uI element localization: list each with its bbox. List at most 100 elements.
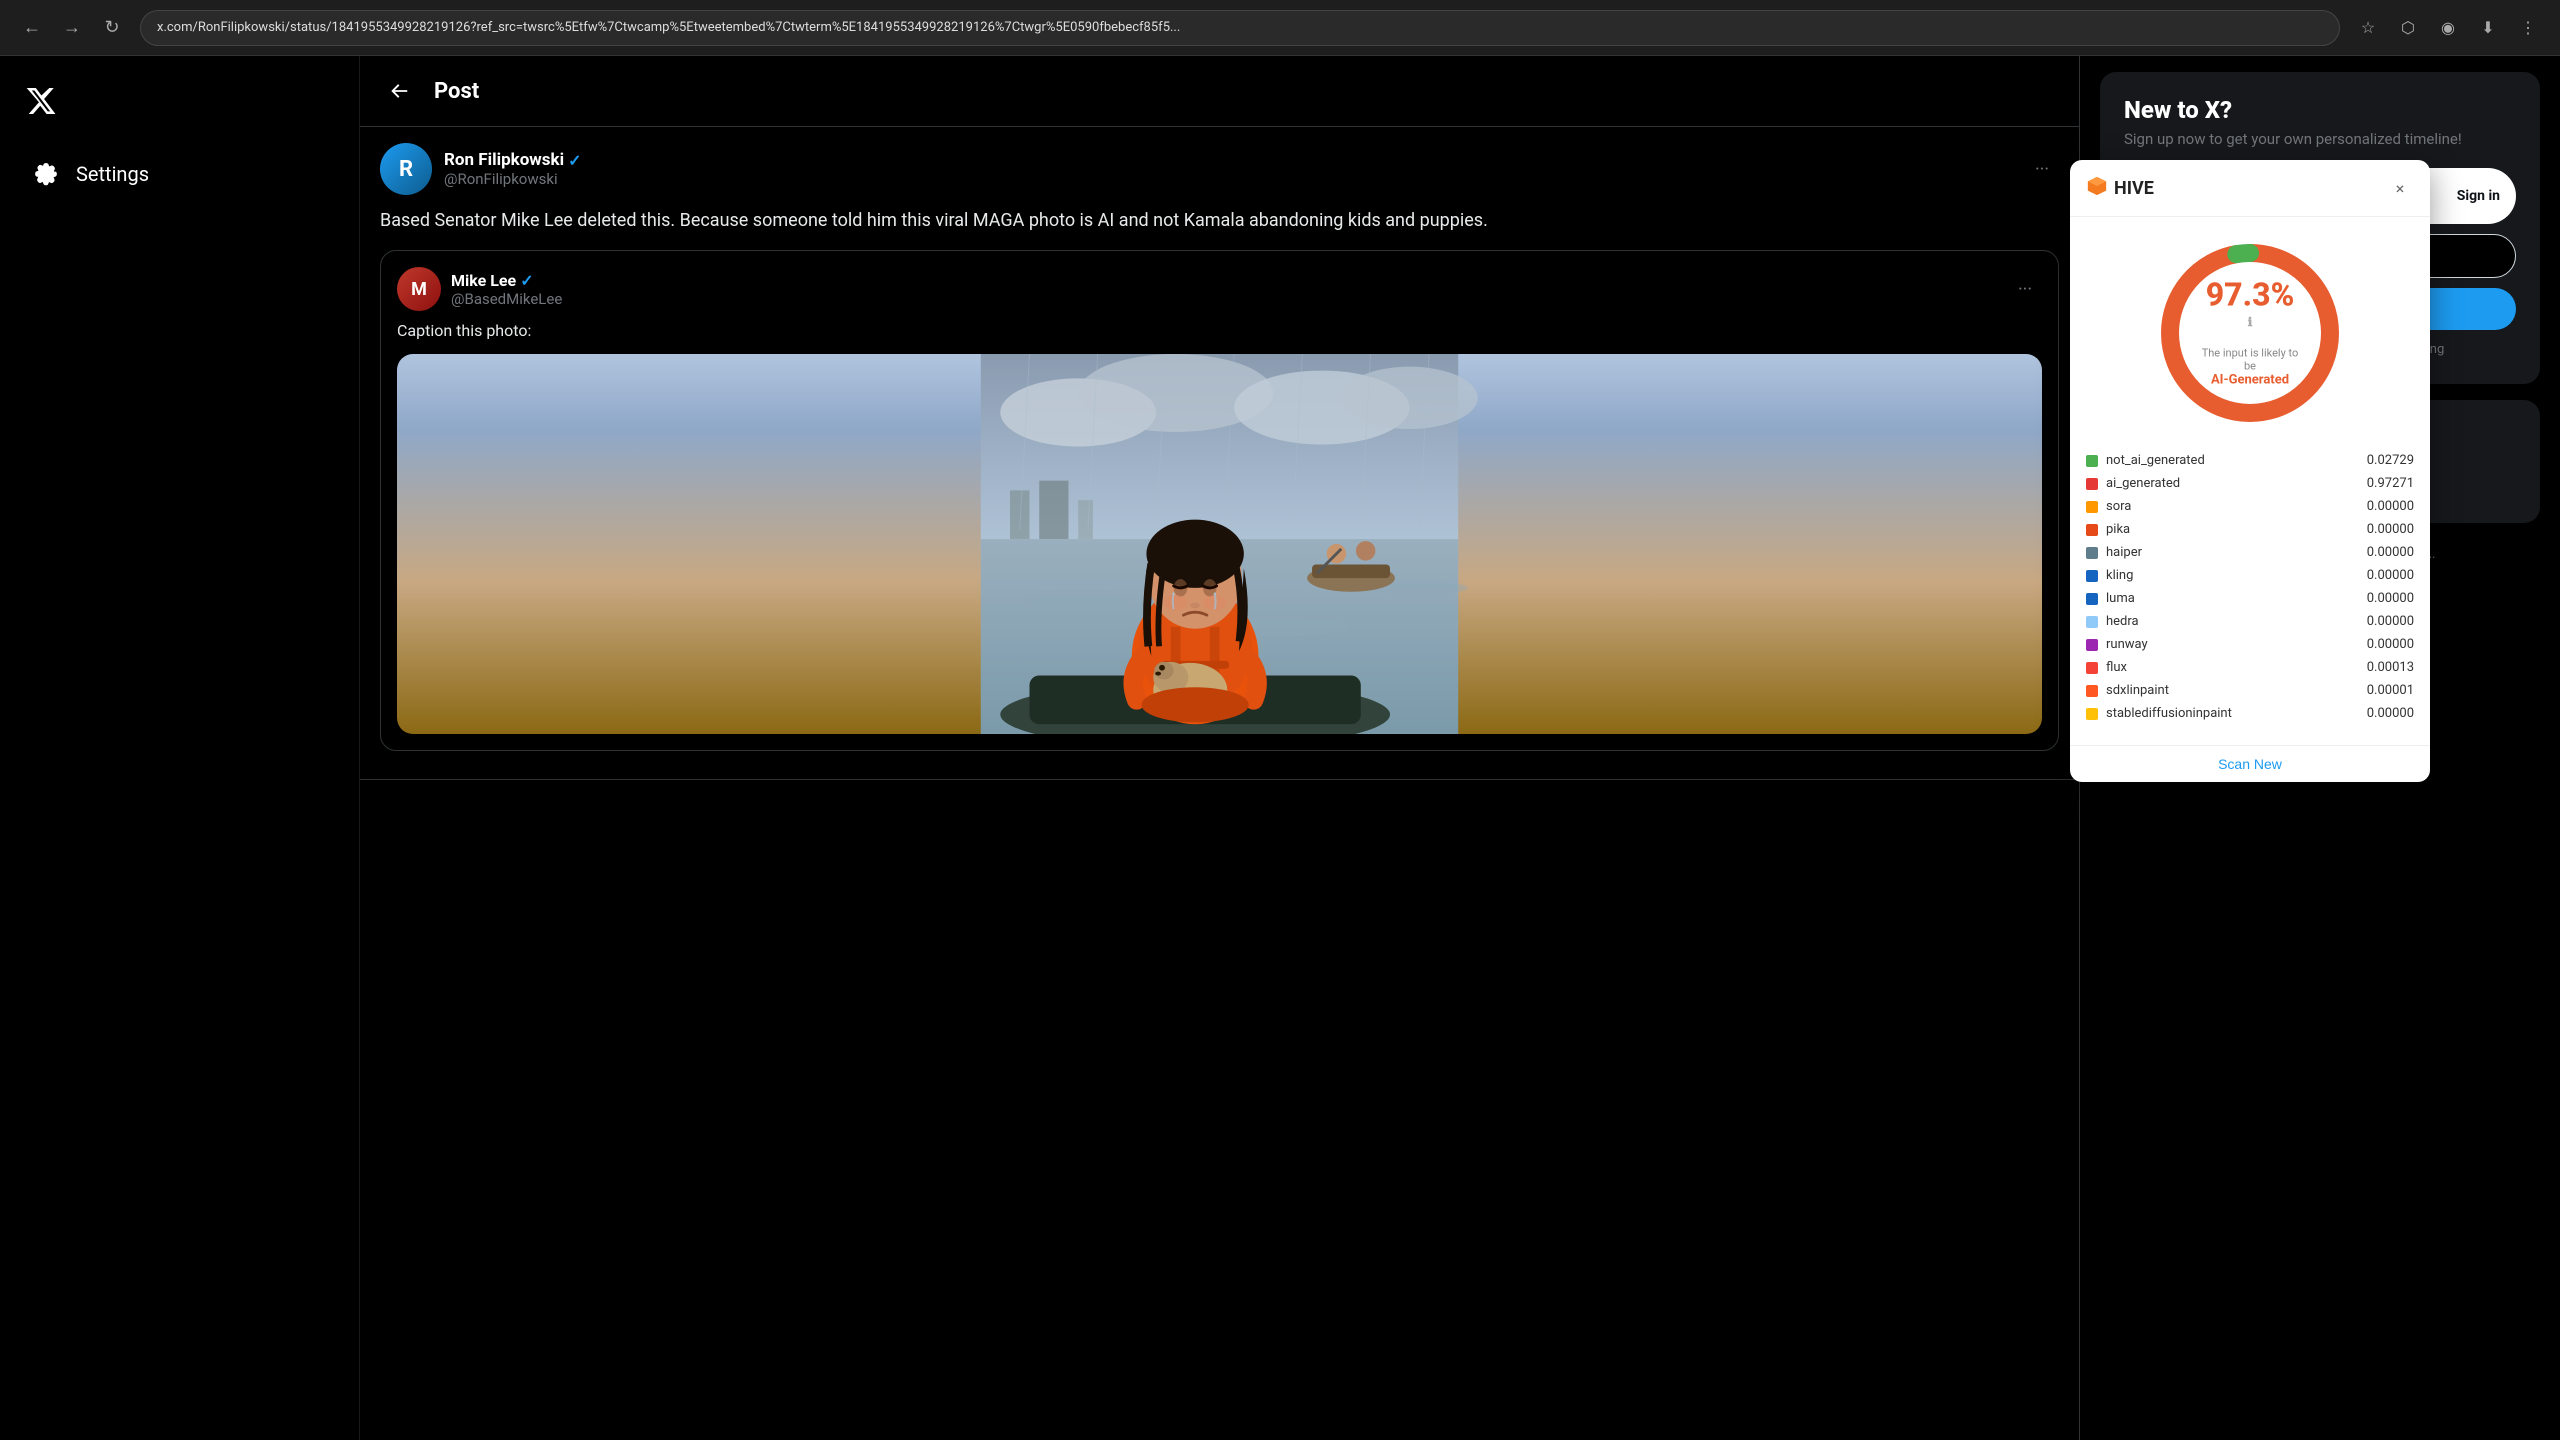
back-nav-button[interactable]: ←: [16, 12, 48, 44]
score-value: 0.97271: [2354, 476, 2414, 491]
score-value: 0.00001: [2354, 683, 2414, 698]
verified-badge: ✓: [568, 151, 581, 170]
score-item: luma 0.00000: [2086, 587, 2414, 610]
extensions-icon[interactable]: ⬡: [2392, 12, 2424, 44]
score-value: 0.00013: [2354, 660, 2414, 675]
hive-title: HIVE: [2114, 178, 2154, 199]
score-value: 0.00000: [2354, 614, 2414, 629]
quoted-tweet[interactable]: M Mike Lee ✓ @BasedMikeLee ··· Caption t…: [380, 250, 2059, 751]
settings-icon: [32, 160, 60, 188]
score-name: not_ai_generated: [2106, 453, 2346, 468]
browser-nav: ← → ↻: [16, 12, 128, 44]
quoted-author-handle: @BasedMikeLee: [451, 290, 1998, 308]
score-item: stablediffusioninpaint 0.00000: [2086, 702, 2414, 725]
signin-btn-text: Sign in: [2457, 188, 2500, 204]
score-item: ai_generated 0.97271: [2086, 472, 2414, 495]
flood-image: [397, 354, 2042, 734]
scan-new-label: Scan New: [2218, 756, 2282, 772]
scan-new-button[interactable]: Scan New: [2218, 756, 2282, 772]
score-color: [2086, 455, 2098, 467]
back-button[interactable]: [380, 72, 418, 110]
new-to-x-title: New to X?: [2124, 96, 2516, 124]
donut-label-small: The input is likely to be: [2200, 347, 2300, 373]
score-color: [2086, 478, 2098, 490]
score-color: [2086, 639, 2098, 651]
url-text: x.com/RonFilipkowski/status/184195534992…: [157, 20, 1180, 35]
score-value: 0.00000: [2354, 637, 2414, 652]
score-name: pika: [2106, 522, 2346, 537]
score-color: [2086, 524, 2098, 536]
author-handle: @RonFilipkowski: [444, 170, 2013, 188]
info-icon: ℹ: [2248, 315, 2253, 329]
quoted-author-info: Mike Lee ✓ @BasedMikeLee: [451, 271, 1998, 308]
score-item: other_image_generators 0.00001: [2086, 725, 2414, 729]
main-content: Post R Ron Filipkowski ✓ @RonFilipkowski…: [360, 56, 2080, 1440]
score-color: [2086, 616, 2098, 628]
score-name: hedra: [2106, 614, 2346, 629]
score-name: ai_generated: [2106, 476, 2346, 491]
quoted-verified-badge: ✓: [520, 271, 533, 290]
score-value: 0.00000: [2354, 499, 2414, 514]
download-icon[interactable]: ⬇: [2472, 12, 2504, 44]
donut-percentage: 97.3% ℹ: [2200, 279, 2300, 343]
close-icon: ×: [2396, 179, 2405, 198]
score-list: not_ai_generated 0.02729 ai_generated 0.…: [2086, 449, 2414, 729]
quoted-author-name: Mike Lee ✓: [451, 271, 1998, 290]
hive-close-button[interactable]: ×: [2386, 174, 2414, 202]
quoted-text: Caption this photo:: [397, 321, 2042, 340]
score-item: kling 0.00000: [2086, 564, 2414, 587]
x-logo[interactable]: [16, 76, 66, 126]
hive-content: 97.3% ℹ The input is likely to be AI-Gen…: [2070, 217, 2430, 745]
score-name: flux: [2106, 660, 2346, 675]
score-item: not_ai_generated 0.02729: [2086, 449, 2414, 472]
score-item: runway 0.00000: [2086, 633, 2414, 656]
google-accounts-icon[interactable]: ◉: [2432, 12, 2464, 44]
score-value: 0.00000: [2354, 568, 2414, 583]
tweet-container: R Ron Filipkowski ✓ @RonFilipkowski ··· …: [360, 127, 2079, 780]
browser-chrome: ← → ↻ x.com/RonFilipkowski/status/184195…: [0, 0, 2560, 56]
quoted-more-button[interactable]: ···: [2008, 272, 2042, 306]
score-name: luma: [2106, 591, 2346, 606]
score-color: [2086, 685, 2098, 697]
score-color: [2086, 662, 2098, 674]
bookmark-icon[interactable]: ☆: [2352, 12, 2384, 44]
tweet-more-button[interactable]: ···: [2025, 152, 2059, 186]
quoted-avatar: M: [397, 267, 441, 311]
score-value: 0.02729: [2354, 453, 2414, 468]
settings-label: Settings: [76, 162, 149, 186]
tweet-author-row: R Ron Filipkowski ✓ @RonFilipkowski ···: [380, 143, 2059, 195]
score-name: stablediffusioninpaint: [2106, 706, 2346, 721]
menu-icon[interactable]: ⋮: [2512, 12, 2544, 44]
score-item: hedra 0.00000: [2086, 610, 2414, 633]
new-to-x-subtitle: Sign up now to get your own personalized…: [2124, 130, 2516, 148]
sidebar-item-settings[interactable]: Settings: [16, 146, 343, 202]
post-title: Post: [434, 79, 479, 104]
author-name: Ron Filipkowski ✓: [444, 150, 2013, 170]
sidebar: Settings: [0, 56, 360, 1440]
score-name: haiper: [2106, 545, 2346, 560]
score-item: sora 0.00000: [2086, 495, 2414, 518]
donut-center: 97.3% ℹ The input is likely to be AI-Gen…: [2200, 279, 2300, 388]
score-value: 0.00000: [2354, 591, 2414, 606]
score-item: pika 0.00000: [2086, 518, 2414, 541]
quoted-author-row: M Mike Lee ✓ @BasedMikeLee ···: [397, 267, 2042, 311]
forward-nav-button[interactable]: →: [56, 12, 88, 44]
score-color: [2086, 570, 2098, 582]
reload-button[interactable]: ↻: [96, 12, 128, 44]
hive-header: HIVE ×: [2070, 160, 2430, 217]
hive-logo-icon: [2086, 175, 2108, 202]
post-header: Post: [360, 56, 2079, 127]
donut-label-ai: AI-Generated: [2200, 373, 2300, 388]
score-color: [2086, 501, 2098, 513]
avatar: R: [380, 143, 432, 195]
score-value: 0.00000: [2354, 522, 2414, 537]
score-value: 0.00000: [2354, 545, 2414, 560]
score-color: [2086, 593, 2098, 605]
author-info: Ron Filipkowski ✓ @RonFilipkowski: [444, 150, 2013, 188]
url-bar[interactable]: x.com/RonFilipkowski/status/184195534992…: [140, 10, 2340, 46]
score-name: kling: [2106, 568, 2346, 583]
browser-actions: ☆ ⬡ ◉ ⬇ ⋮: [2352, 12, 2544, 44]
score-name: sdxlinpaint: [2106, 683, 2346, 698]
donut-chart: 97.3% ℹ The input is likely to be AI-Gen…: [2150, 233, 2350, 433]
score-color: [2086, 547, 2098, 559]
